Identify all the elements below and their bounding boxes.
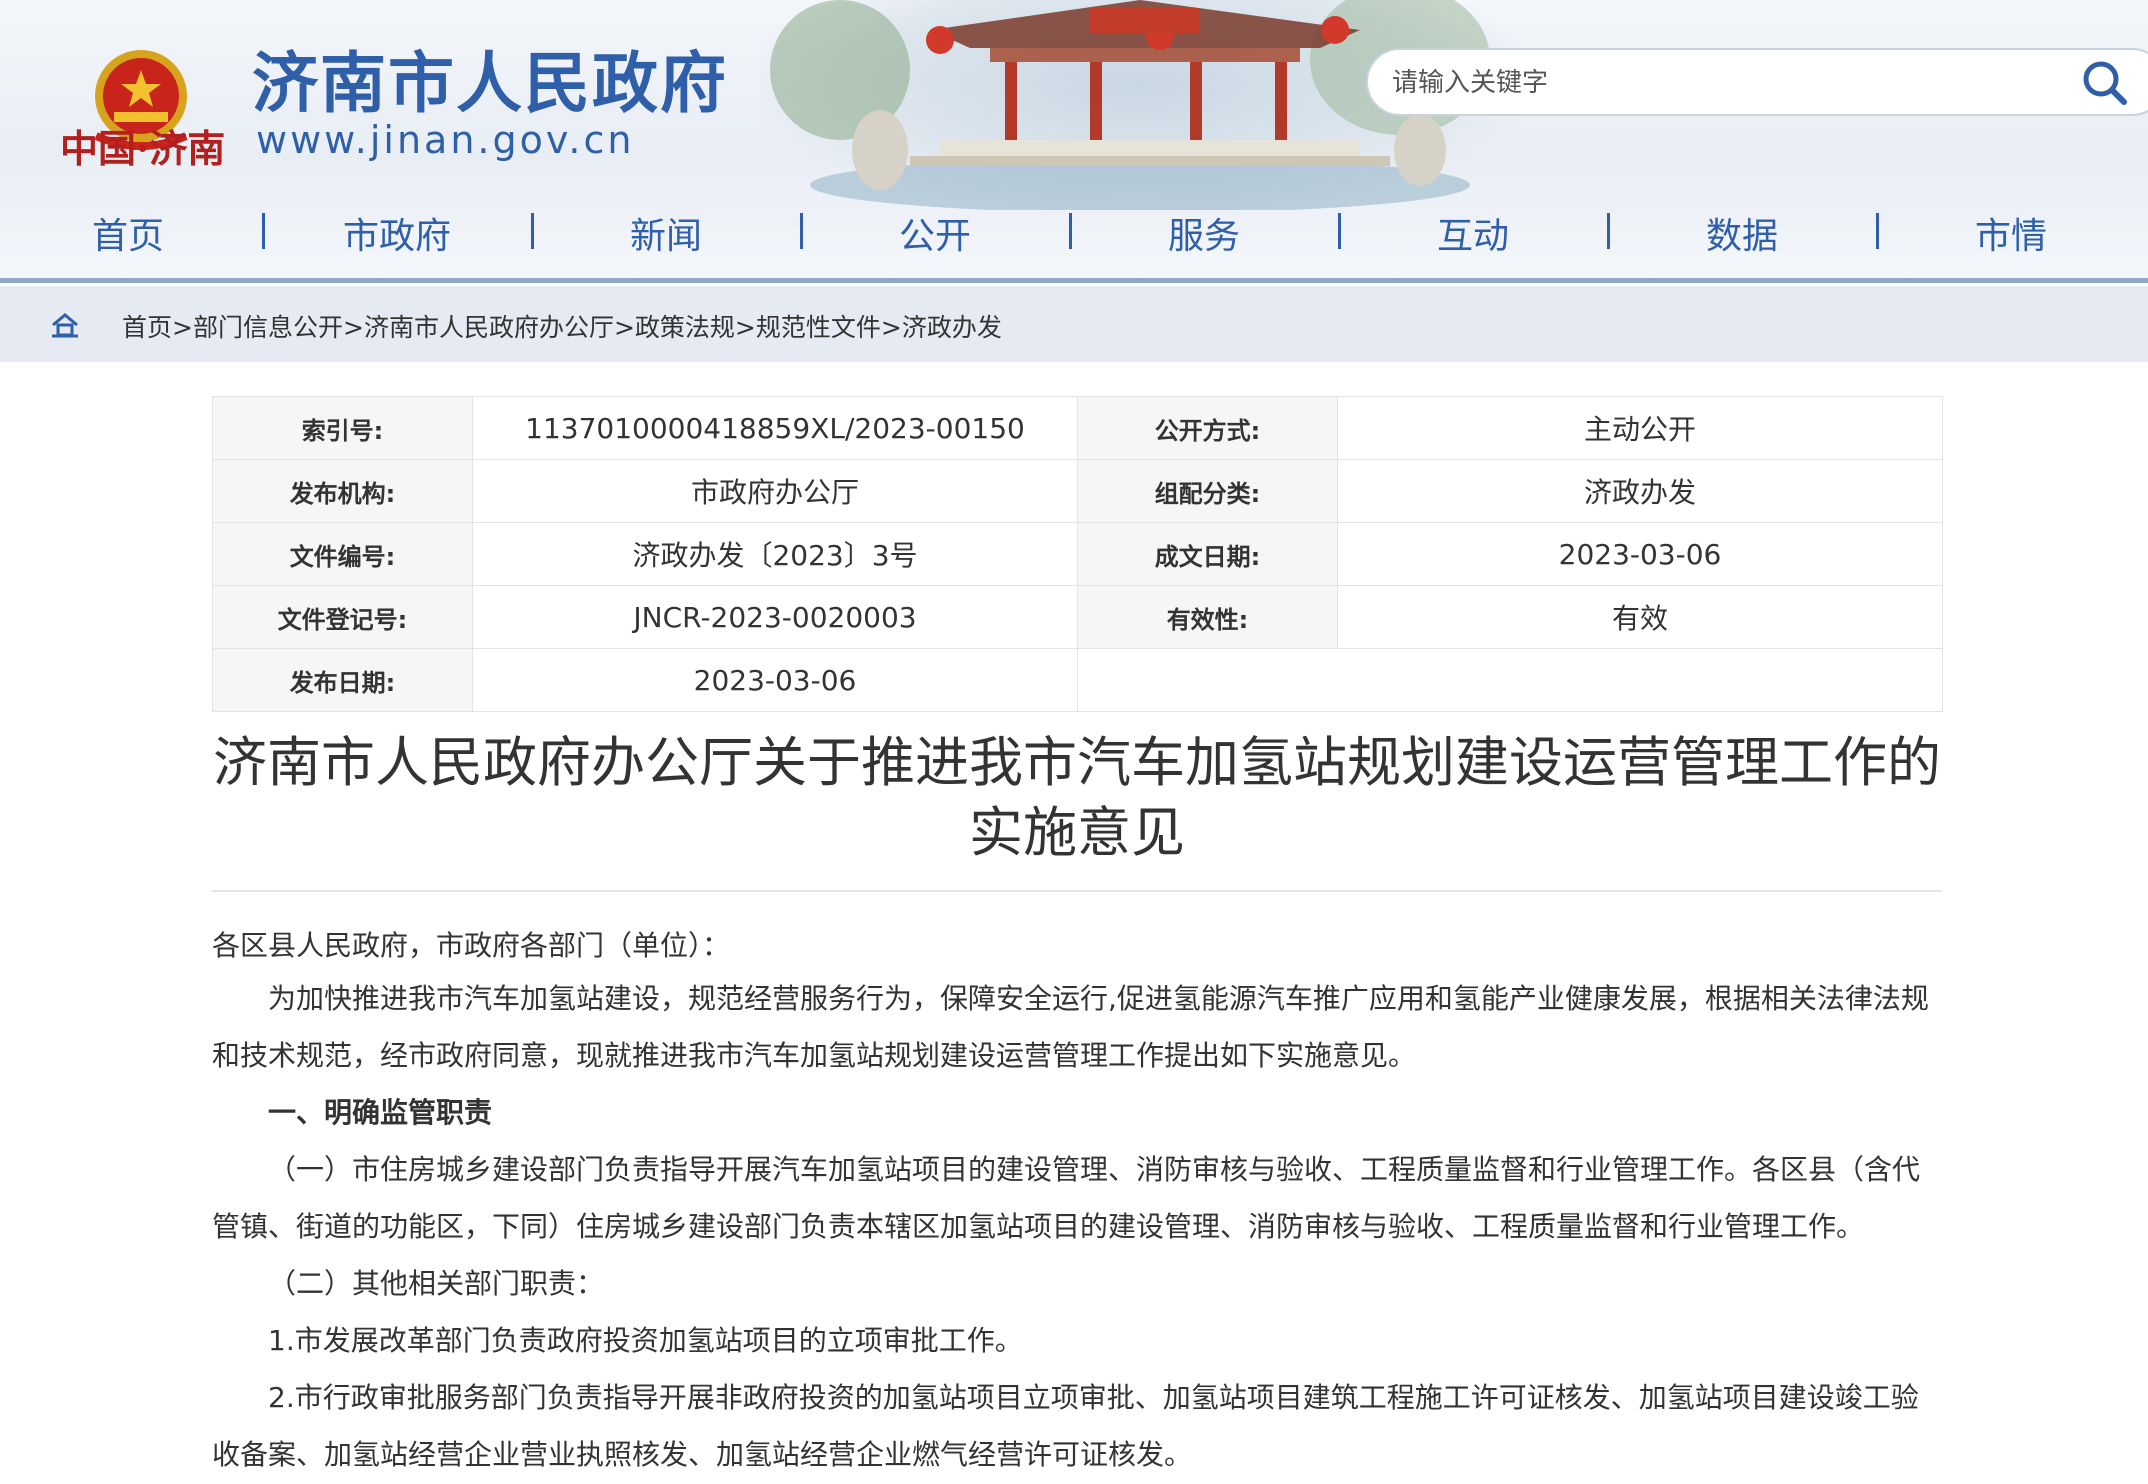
site-name[interactable]: 济南市人民政府: [252, 30, 728, 126]
table-row: 文件编号: 济政办发〔2023〕3号 成文日期: 2023-03-06: [212, 522, 1943, 586]
nav-item-open[interactable]: 公开: [825, 207, 1045, 259]
written-date-label: 成文日期:: [1077, 522, 1338, 586]
doc-number-value: 济政办发〔2023〕3号: [472, 522, 1078, 586]
nav-item-government[interactable]: 市政府: [287, 207, 507, 259]
breadcrumb-link-current[interactable]: 济政办发: [902, 313, 1002, 342]
nav-item-data[interactable]: 数据: [1632, 207, 1852, 259]
issuer-value: 市政府办公厅: [472, 459, 1078, 523]
nav-item-news[interactable]: 新闻: [556, 207, 776, 259]
nav-item-home[interactable]: 首页: [18, 207, 238, 259]
title-divider: [212, 890, 1942, 892]
paragraph: 2.市行政审批服务部门负责指导开展非政府投资的加氢站项目立项审批、加氢站项目建筑…: [212, 1381, 1919, 1471]
publish-date-label: 发布日期:: [212, 648, 473, 712]
index-label: 索引号:: [212, 396, 473, 460]
nav-underline: [0, 278, 2148, 283]
breadcrumb: 首页>部门信息公开>济南市人民政府办公厅>政策法规>规范性文件>济政办发: [0, 286, 2148, 362]
breadcrumb-link-normative[interactable]: 规范性文件: [756, 313, 881, 342]
site-slogan: 中国·济南: [60, 126, 226, 171]
paragraph: 为加快推进我市汽车加氢站建设，规范经营服务行为，保障安全运行,促进氢能源汽车推广…: [212, 982, 1929, 1072]
main-nav: 首页 市政府 新闻 公开 服务 互动 数据 市情: [0, 195, 2148, 265]
nav-separator: [262, 213, 265, 249]
breadcrumb-separator: >: [613, 313, 635, 342]
table-row: 发布机构: 市政府办公厅 组配分类: 济政办发: [212, 459, 1943, 523]
search-box: [1366, 48, 2148, 116]
nav-separator: [1607, 213, 1610, 249]
article-body: 各区县人民政府，市政府各部门（单位）： 为加快推进我市汽车加氢站建设，规范经营服…: [212, 922, 1942, 1483]
salutation: 各区县人民政府，市政府各部门（单位）：: [212, 929, 731, 962]
index-value: 1137010000418859XL/2023-00150: [472, 396, 1078, 460]
issuer-label: 发布机构:: [212, 459, 473, 523]
site-url[interactable]: www.jinan.gov.cn: [256, 118, 634, 162]
breadcrumb-trail: 首页>部门信息公开>济南市人民政府办公厅>政策法规>规范性文件>济政办发: [122, 308, 1002, 344]
registration-label: 文件登记号:: [212, 585, 473, 649]
table-row: 索引号: 1137010000418859XL/2023-00150 公开方式:…: [212, 396, 1943, 460]
validity-label: 有效性:: [1077, 585, 1338, 649]
article-title: 济南市人民政府办公厅关于推进我市汽车加氢站规划建设运营管理工作的 实施意见: [212, 728, 1942, 868]
registration-value: JNCR-2023-0020003: [472, 585, 1078, 649]
search-icon[interactable]: [2078, 56, 2132, 110]
nav-separator: [1338, 213, 1341, 249]
breadcrumb-link-office[interactable]: 济南市人民政府办公厅: [364, 313, 614, 342]
paragraph: （一）市住房城乡建设部门负责指导开展汽车加氢站项目的建设管理、消防审核与验收、工…: [212, 1153, 1921, 1243]
nav-item-city-info[interactable]: 市情: [1901, 207, 2121, 259]
table-row: 文件登记号: JNCR-2023-0020003 有效性: 有效: [212, 585, 1943, 649]
nav-separator: [1069, 213, 1072, 249]
publish-date-value: 2023-03-06: [472, 648, 1078, 712]
open-method-value: 主动公开: [1337, 396, 1943, 460]
breadcrumb-link-home[interactable]: 首页: [122, 313, 172, 342]
breadcrumb-link-dept-info[interactable]: 部门信息公开: [193, 313, 343, 342]
breadcrumb-separator: >: [172, 313, 193, 342]
validity-value: 有效: [1337, 585, 1943, 649]
category-label: 组配分类:: [1077, 459, 1338, 523]
nav-item-interaction[interactable]: 互动: [1363, 207, 1583, 259]
article-title-line: 济南市人民政府办公厅关于推进我市汽车加氢站规划建设运营管理工作的: [213, 731, 1941, 794]
doc-number-label: 文件编号:: [212, 522, 473, 586]
section-heading: 一、明确监管职责: [268, 1096, 493, 1129]
table-row: 发布日期: 2023-03-06: [212, 648, 1943, 712]
empty-cell: [1077, 648, 1943, 712]
breadcrumb-separator: >: [342, 313, 364, 342]
nav-item-service[interactable]: 服务: [1094, 207, 1314, 259]
open-method-label: 公开方式:: [1077, 396, 1338, 460]
paragraph: 1.市发展改革部门负责政府投资加氢站项目的立项审批工作。: [268, 1324, 1023, 1357]
document-info-table: 索引号: 1137010000418859XL/2023-00150 公开方式:…: [212, 396, 1943, 712]
search-input[interactable]: [1390, 60, 2034, 106]
site-header: 中国·济南 济南市人民政府 www.jinan.gov.cn 首页 市政府 新闻…: [0, 0, 2148, 283]
nav-separator: [800, 213, 803, 249]
breadcrumb-separator: >: [880, 313, 902, 342]
written-date-value: 2023-03-06: [1337, 522, 1943, 586]
breadcrumb-link-policy[interactable]: 政策法规: [635, 313, 735, 342]
home-icon[interactable]: [50, 312, 80, 338]
article-title-line: 实施意见: [969, 801, 1185, 864]
breadcrumb-separator: >: [734, 313, 756, 342]
paragraph: （二）其他相关部门职责：: [268, 1267, 605, 1300]
nav-separator: [1876, 213, 1879, 249]
category-value: 济政办发: [1337, 459, 1943, 523]
nav-separator: [531, 213, 534, 249]
